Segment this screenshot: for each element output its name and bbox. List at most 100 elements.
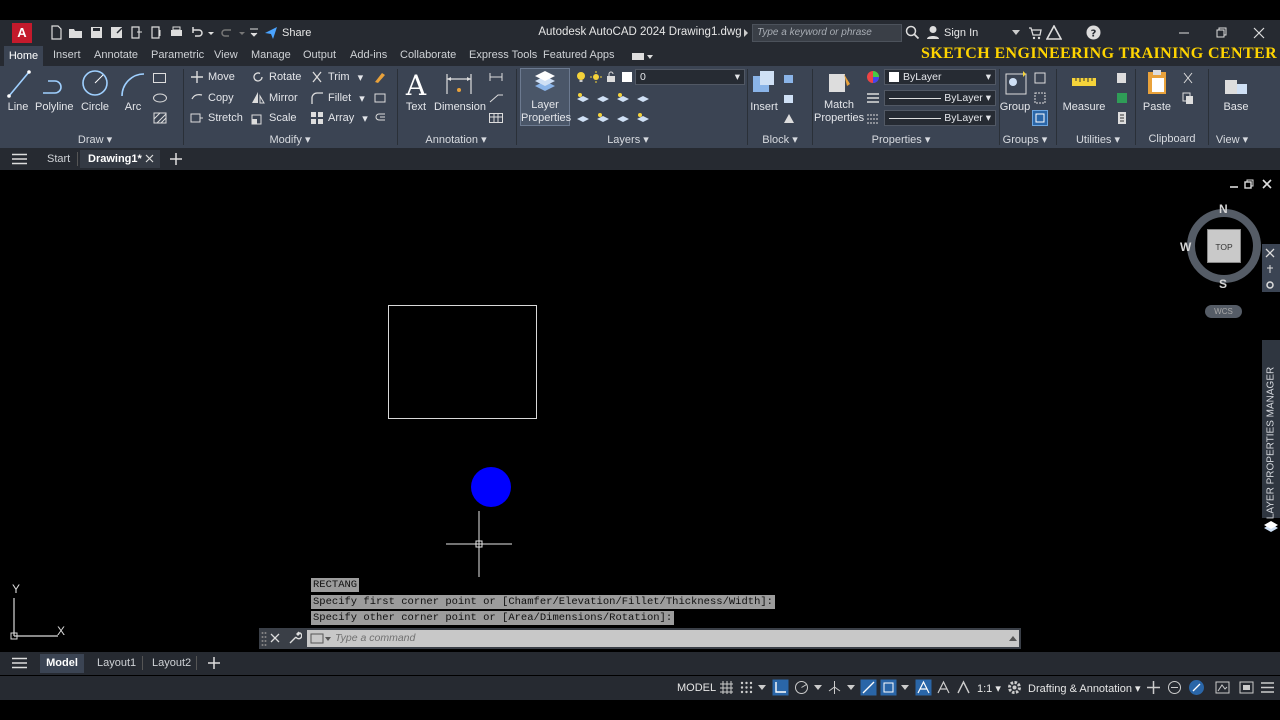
autocad-logo-icon[interactable]: A	[12, 23, 32, 43]
new-tab-plus-icon[interactable]	[169, 152, 183, 166]
model-space-toggle[interactable]: MODEL	[677, 682, 716, 694]
isodraft-icon[interactable]	[826, 679, 843, 696]
viewport-minimize-icon[interactable]	[1229, 180, 1239, 190]
isodraft-dropdown-icon[interactable]	[847, 685, 855, 691]
workspace-switch[interactable]: Drafting & Annotation ▾	[1028, 682, 1141, 695]
cut-icon[interactable]	[1181, 71, 1195, 85]
color-dropdown[interactable]: ByLayer ▾	[884, 69, 996, 85]
quick-access-menu-icon[interactable]	[249, 24, 259, 41]
search-icon[interactable]	[905, 25, 920, 40]
command-close-icon[interactable]	[270, 633, 280, 643]
rectangle-icon[interactable]	[152, 71, 168, 85]
grid-icon[interactable]	[718, 679, 735, 696]
redo-icon[interactable]	[219, 24, 236, 41]
customization-menu-icon[interactable]	[1259, 679, 1276, 696]
stretch-button[interactable]: Stretch	[190, 111, 243, 125]
tab-model[interactable]: Model	[40, 654, 84, 673]
share-button[interactable]: Share	[264, 25, 311, 41]
layout-menu-icon[interactable]	[12, 657, 27, 669]
group-edit-icon[interactable]	[1033, 91, 1047, 105]
save-web-icon[interactable]	[148, 24, 165, 41]
copy-clip-icon[interactable]	[1181, 91, 1195, 105]
annotation-visibility-icon[interactable]	[915, 679, 932, 696]
ribbon-minimize-icon[interactable]	[632, 52, 654, 62]
undo-icon[interactable]	[188, 24, 205, 41]
snap-mode-icon[interactable]	[738, 679, 755, 696]
workspace-gear-icon[interactable]	[1006, 679, 1023, 696]
annotation-scale-icon[interactable]	[955, 679, 972, 696]
viewcube-south[interactable]: S	[1219, 277, 1227, 291]
palette-close-icon[interactable]	[1265, 248, 1275, 258]
undo-dropdown-icon[interactable]	[207, 24, 215, 41]
lineweight-dropdown[interactable]: ByLayer ▾	[884, 110, 996, 126]
calculator-icon[interactable]	[1115, 91, 1129, 105]
command-input[interactable]: Type a command	[307, 630, 1019, 647]
viewport-restore-icon[interactable]	[1244, 179, 1254, 189]
measure-button[interactable]: Measure	[1062, 101, 1106, 113]
viewport-close-icon[interactable]	[1262, 179, 1272, 189]
command-history-toggle-icon[interactable]	[1008, 634, 1018, 642]
dimension-button[interactable]: Dimension	[433, 101, 487, 113]
palette-pin-icon[interactable]	[1265, 264, 1275, 274]
base-view-icon[interactable]	[1222, 70, 1250, 98]
fillet-dropdown-icon[interactable]: ▾	[359, 92, 365, 105]
erase-icon[interactable]	[373, 70, 387, 84]
scale-dropdown[interactable]: 1:1 ▾	[977, 682, 1001, 695]
restore-icon[interactable]	[1214, 26, 1228, 40]
group-selection-icon[interactable]	[1032, 110, 1048, 126]
wcs-menu-button[interactable]: WCS	[1205, 305, 1242, 318]
quick-select-icon[interactable]	[1115, 71, 1129, 85]
cart-icon[interactable]	[1028, 26, 1042, 40]
tab-featured-apps[interactable]: Featured Apps	[543, 49, 615, 61]
edit-attributes-icon[interactable]	[782, 111, 796, 125]
rectangle-object[interactable]	[388, 305, 537, 419]
edit-block-icon[interactable]	[782, 91, 796, 105]
layer-on-bulb-icon[interactable]	[575, 71, 587, 83]
drawing-canvas[interactable]	[0, 172, 1280, 650]
annotation-panel-label[interactable]: Annotation ▾	[420, 133, 492, 146]
leader-icon[interactable]	[488, 71, 504, 83]
polyline-button[interactable]: Polyline	[35, 101, 74, 113]
layer-color-swatch-icon[interactable]	[621, 71, 633, 83]
circle-object[interactable]	[471, 467, 511, 507]
tab-express-tools[interactable]: Express Tools	[469, 49, 537, 61]
viewcube-top-face[interactable]: TOP	[1207, 229, 1241, 263]
rotate-button[interactable]: Rotate	[251, 70, 301, 84]
ellipse-icon[interactable]	[152, 91, 168, 105]
layer-thaw-sun-icon[interactable]	[590, 71, 602, 83]
view-panel-label[interactable]: View ▾	[1210, 133, 1254, 146]
paste-icon[interactable]	[1143, 68, 1171, 98]
expand-arrow-icon[interactable]	[742, 29, 750, 37]
measure-icon[interactable]	[1070, 70, 1098, 96]
tab-add-ins[interactable]: Add-ins	[350, 49, 387, 61]
layers-panel-label[interactable]: Layers ▾	[600, 133, 656, 146]
circle-icon[interactable]	[80, 68, 110, 99]
palette-layers-icon[interactable]	[1263, 519, 1279, 535]
tab-layout1[interactable]: Layout1	[97, 657, 136, 669]
customize-wrench-icon[interactable]	[288, 631, 302, 645]
tab-annotate[interactable]: Annotate	[94, 49, 138, 61]
palette-settings-icon[interactable]	[1265, 280, 1275, 290]
viewcube-north[interactable]: N	[1219, 202, 1228, 216]
table-icon[interactable]	[488, 112, 504, 124]
plot-icon[interactable]	[168, 24, 185, 41]
scale-button[interactable]: Scale	[251, 111, 297, 125]
sign-in-dropdown-icon[interactable]	[1012, 30, 1020, 36]
layer-tools-row1-icon[interactable]	[575, 91, 667, 105]
tab-start[interactable]: Start	[47, 153, 70, 165]
save-icon[interactable]	[88, 24, 105, 41]
search-input[interactable]: Type a keyword or phrase	[752, 24, 902, 42]
lineweight-icon[interactable]	[866, 91, 880, 105]
command-grip-icon[interactable]	[261, 631, 267, 646]
tab-manage[interactable]: Manage	[251, 49, 291, 61]
fillet-button[interactable]: Fillet ▾	[310, 91, 365, 105]
explode-icon[interactable]	[373, 91, 387, 105]
line-icon[interactable]	[6, 69, 32, 99]
hamburger-menu-icon[interactable]	[12, 153, 27, 165]
hardware-acceleration-icon[interactable]	[1188, 679, 1205, 696]
polar-tracking-icon[interactable]	[793, 679, 810, 696]
line-button[interactable]: Line	[4, 101, 32, 113]
auto-scale-icon[interactable]	[935, 679, 952, 696]
copy-button[interactable]: Copy	[190, 91, 234, 105]
tab-view[interactable]: View	[214, 49, 238, 61]
